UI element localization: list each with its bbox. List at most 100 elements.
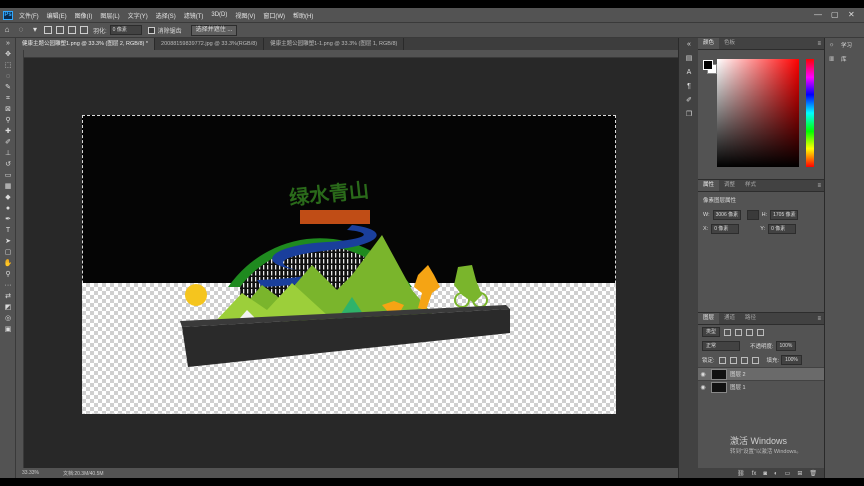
tab-document-1[interactable]: 健康主题公园雕塑1.png @ 33.3% (图层 2, RGB/8) * bbox=[16, 38, 156, 50]
blur-tool-icon[interactable]: ◆ bbox=[0, 192, 16, 203]
copy-source-icon[interactable]: ❐ bbox=[679, 108, 699, 122]
menu-window[interactable]: 窗口(W) bbox=[263, 11, 285, 20]
panel-menu-icon[interactable]: ≡ bbox=[817, 183, 821, 189]
fx-icon[interactable]: fx bbox=[752, 471, 757, 477]
filter-shape-icon[interactable] bbox=[757, 328, 765, 336]
tab-adjustments[interactable]: 调整 bbox=[719, 180, 740, 191]
horizontal-ruler[interactable] bbox=[24, 50, 678, 58]
character-icon[interactable]: A bbox=[679, 66, 699, 80]
stamp-tool-icon[interactable]: ⊥ bbox=[0, 148, 16, 159]
maximize-button[interactable]: ▢ bbox=[831, 10, 839, 19]
blend-mode-select[interactable]: 正常 bbox=[702, 341, 740, 351]
foreground-color-swatch[interactable] bbox=[703, 60, 713, 70]
pen-tool-icon[interactable]: ✒ bbox=[0, 214, 16, 225]
layer-filter-select[interactable]: 类型 bbox=[702, 327, 721, 337]
hand-tool-icon[interactable]: ✋ bbox=[0, 258, 16, 269]
zoom-tool-icon[interactable]: ⚲ bbox=[0, 269, 16, 280]
tab-properties[interactable]: 属性 bbox=[698, 180, 720, 191]
tab-color[interactable]: 颜色 bbox=[698, 38, 720, 49]
new-layer-icon[interactable]: ⊞ bbox=[797, 470, 802, 477]
quick-mask-icon[interactable]: ◎ bbox=[0, 313, 16, 324]
vertical-ruler[interactable] bbox=[16, 50, 24, 468]
layer-name[interactable]: 图层 2 bbox=[730, 370, 746, 378]
color-picker-field[interactable] bbox=[717, 59, 799, 167]
collapse-icon[interactable]: « bbox=[679, 38, 699, 52]
filter-type-icon[interactable] bbox=[746, 328, 754, 336]
crop-tool-icon[interactable]: ⌗ bbox=[0, 93, 16, 104]
new-selection-icon[interactable] bbox=[44, 26, 52, 34]
lasso-tool-icon[interactable]: ◌ bbox=[0, 71, 16, 82]
panel-menu-icon[interactable]: ≡ bbox=[817, 316, 821, 322]
menu-image[interactable]: 图像(I) bbox=[75, 11, 93, 20]
eye-icon[interactable]: ◉ bbox=[698, 384, 708, 391]
menu-edit[interactable]: 编辑(E) bbox=[47, 11, 67, 20]
height-field[interactable]: 1705 像素 bbox=[770, 210, 799, 220]
marquee-tool-icon[interactable]: ⬚ bbox=[0, 60, 16, 71]
library-item[interactable]: ▥ 库 bbox=[825, 52, 864, 66]
home-icon[interactable]: ⌂ bbox=[3, 26, 11, 34]
quick-select-tool-icon[interactable]: ✎ bbox=[0, 82, 16, 93]
learn-item[interactable]: ☼ 学习 bbox=[825, 38, 864, 52]
eyedropper-tool-icon[interactable]: ⚲ bbox=[0, 115, 16, 126]
collapse-icon[interactable]: » bbox=[0, 38, 16, 49]
group-icon[interactable]: ▭ bbox=[785, 470, 791, 477]
menu-file[interactable]: 文件(F) bbox=[19, 11, 39, 20]
menu-3d[interactable]: 3D(D) bbox=[211, 12, 227, 18]
gradient-tool-icon[interactable]: ▦ bbox=[0, 181, 16, 192]
more-tools-icon[interactable]: ··· bbox=[0, 280, 16, 291]
panel-menu-icon[interactable]: ≡ bbox=[817, 41, 821, 47]
tab-layers[interactable]: 图层 bbox=[698, 313, 720, 324]
lasso-tool-icon[interactable]: ◌ bbox=[17, 26, 25, 34]
shape-tool-icon[interactable]: ▢ bbox=[0, 247, 16, 258]
intersect-selection-icon[interactable] bbox=[80, 26, 88, 34]
adjustment-icon[interactable]: ◐ bbox=[774, 471, 778, 477]
lock-all-icon[interactable] bbox=[751, 356, 759, 364]
tab-swatches[interactable]: 色板 bbox=[719, 38, 740, 49]
type-tool-icon[interactable]: T bbox=[0, 225, 16, 236]
link-icon[interactable] bbox=[746, 210, 759, 220]
menu-help[interactable]: 帮助(H) bbox=[293, 11, 313, 20]
y-field[interactable]: 0 像素 bbox=[768, 224, 797, 234]
menu-type[interactable]: 文字(Y) bbox=[128, 11, 148, 20]
filter-adjust-icon[interactable] bbox=[735, 328, 743, 336]
paragraph-icon[interactable]: ¶ bbox=[679, 80, 699, 94]
layer-row[interactable]: ◉ 图层 1 bbox=[698, 380, 824, 393]
dodge-tool-icon[interactable]: ● bbox=[0, 203, 16, 214]
opacity-field[interactable]: 100% bbox=[775, 341, 797, 351]
close-button[interactable]: ✕ bbox=[848, 10, 855, 19]
width-field[interactable]: 3006 像素 bbox=[712, 210, 741, 220]
tab-paths[interactable]: 路径 bbox=[740, 313, 761, 324]
menu-layer[interactable]: 图层(L) bbox=[100, 11, 119, 20]
tab-styles[interactable]: 样式 bbox=[740, 180, 761, 191]
chevron-down-icon[interactable]: ▾ bbox=[31, 26, 39, 34]
brush-tool-icon[interactable]: ✐ bbox=[0, 137, 16, 148]
subtract-selection-icon[interactable] bbox=[68, 26, 76, 34]
menu-view[interactable]: 视图(V) bbox=[235, 11, 255, 20]
minimize-button[interactable]: — bbox=[814, 10, 822, 19]
screen-mode-icon[interactable]: ▣ bbox=[0, 324, 16, 335]
history-brush-icon[interactable]: ↺ bbox=[0, 159, 16, 170]
color-swatches-icon[interactable]: ◩ bbox=[0, 302, 16, 313]
x-field[interactable]: 0 像素 bbox=[711, 224, 740, 234]
eraser-tool-icon[interactable]: ▭ bbox=[0, 170, 16, 181]
move-tool-icon[interactable]: ✥ bbox=[0, 49, 16, 60]
zoom-level[interactable]: 33.33% bbox=[22, 470, 39, 476]
healing-brush-icon[interactable]: ✚ bbox=[0, 126, 16, 137]
swap-colors-icon[interactable]: ⇄ bbox=[0, 291, 16, 302]
hue-slider[interactable] bbox=[806, 59, 814, 167]
mask-icon[interactable]: ◙ bbox=[763, 471, 767, 477]
link-layers-icon[interactable]: ⛓ bbox=[737, 470, 745, 477]
antialias-checkbox[interactable] bbox=[147, 26, 155, 34]
tab-channels[interactable]: 通道 bbox=[719, 313, 740, 324]
add-selection-icon[interactable] bbox=[56, 26, 64, 34]
tab-document-2[interactable]: 20088159839772.jpg @ 33.3%(RGB/8) bbox=[155, 38, 265, 50]
frame-tool-icon[interactable]: ⊠ bbox=[0, 104, 16, 115]
document-canvas[interactable]: 绿水青山 bbox=[82, 115, 616, 414]
trash-icon[interactable]: 🗑 bbox=[809, 470, 817, 477]
select-and-mask-button[interactable]: 选择并遮住 ... bbox=[190, 24, 238, 36]
fill-field[interactable]: 100% bbox=[781, 355, 802, 365]
lock-position-icon[interactable] bbox=[740, 356, 748, 364]
layer-name[interactable]: 图层 1 bbox=[730, 383, 746, 391]
menu-filter[interactable]: 滤镜(T) bbox=[184, 11, 204, 20]
layer-row[interactable]: ◉ 图层 2 bbox=[698, 367, 824, 380]
